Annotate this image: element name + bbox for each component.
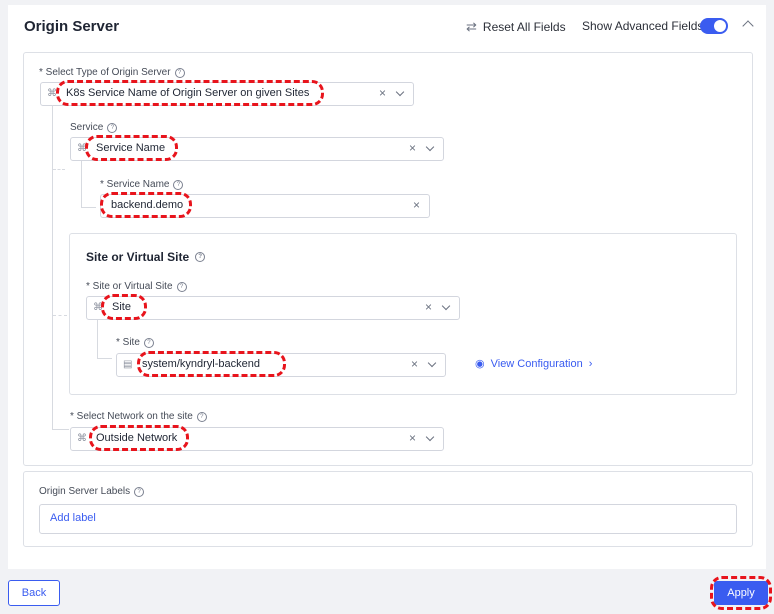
chevron-down-icon[interactable] <box>425 142 435 152</box>
advanced-fields-label: Show Advanced Fields <box>582 19 704 33</box>
chevron-right-icon: › <box>588 357 593 370</box>
labels-title: Origin Server Labels? <box>39 486 145 497</box>
collapse-chevron-icon[interactable] <box>742 20 754 32</box>
site-section-title: Site or Virtual Site? <box>86 250 206 264</box>
help-icon: ? <box>196 411 207 422</box>
site-select[interactable]: ▤ system/kyndryl-backend × <box>116 353 446 377</box>
section-title: Origin Server <box>24 18 120 35</box>
eye-icon: ◉ <box>475 358 485 370</box>
chevron-down-icon[interactable] <box>441 301 451 311</box>
hierarchy-icon: ⌘ <box>47 88 57 99</box>
hierarchy-icon: ⌘ <box>77 433 87 444</box>
chevron-down-icon[interactable] <box>425 432 435 442</box>
site-section: Site or Virtual Site? * Site or Virtual … <box>69 233 737 395</box>
help-icon: ? <box>107 122 118 133</box>
clear-icon[interactable]: × <box>413 198 420 212</box>
clear-icon[interactable]: × <box>379 86 386 100</box>
help-icon: ? <box>143 337 154 348</box>
help-icon: ? <box>134 486 145 497</box>
apply-button[interactable]: Apply <box>714 581 768 605</box>
advanced-fields-toggle[interactable] <box>700 18 728 34</box>
view-configuration-link[interactable]: ◉ View Configuration › <box>475 357 593 371</box>
reset-all-fields-button[interactable]: ⇄ Reset All Fields <box>466 19 566 35</box>
help-icon: ? <box>176 281 187 292</box>
network-label: * Select Network on the site? <box>70 411 207 422</box>
clear-icon[interactable]: × <box>409 431 416 445</box>
chevron-down-icon[interactable] <box>395 87 405 97</box>
help-icon: ? <box>173 179 184 190</box>
help-icon: ? <box>195 252 206 262</box>
service-name-input[interactable]: backend.demo × <box>100 194 430 218</box>
origin-type-label: * Select Type of Origin Server? <box>39 67 185 78</box>
origin-type-select[interactable]: ⌘ K8s Service Name of Origin Server on g… <box>40 82 414 106</box>
clear-icon[interactable]: × <box>425 300 432 314</box>
service-select[interactable]: ⌘ Service Name × <box>70 137 444 161</box>
add-label-input[interactable]: Add label <box>39 504 737 534</box>
origin-server-labels-section: Origin Server Labels? Add label <box>23 471 753 547</box>
origin-server-form: * Select Type of Origin Server? ⌘ K8s Se… <box>23 52 753 466</box>
site-type-select[interactable]: ⌘ Site × <box>86 296 460 320</box>
service-label: Service? <box>70 122 118 133</box>
origin-server-card: Origin Server ⇄ Reset All Fields Show Ad… <box>8 5 766 569</box>
clear-icon[interactable]: × <box>409 141 416 155</box>
help-icon: ? <box>174 67 185 78</box>
hierarchy-icon: ⌘ <box>77 143 87 154</box>
chevron-down-icon[interactable] <box>427 358 437 368</box>
service-name-label: * Service Name? <box>100 179 184 190</box>
network-select[interactable]: ⌘ Outside Network × <box>70 427 444 451</box>
site-label: * Site? <box>116 337 154 348</box>
site-type-label: * Site or Virtual Site? <box>86 281 187 292</box>
site-icon: ▤ <box>123 359 133 370</box>
clear-icon[interactable]: × <box>411 357 418 371</box>
hierarchy-icon: ⌘ <box>93 302 103 313</box>
reset-icon: ⇄ <box>466 19 477 34</box>
back-button[interactable]: Back <box>8 580 60 606</box>
